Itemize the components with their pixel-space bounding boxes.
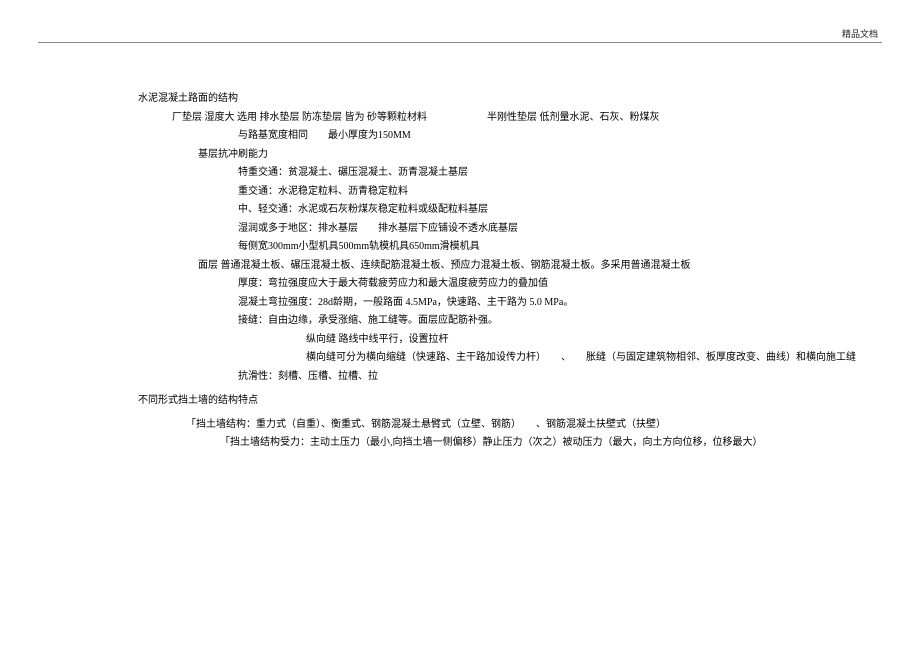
surface-strength: 混凝土弯拉强度：28d龄期，一般路面 4.5MPa，快速路、主干路为 5.0 M…: [138, 294, 860, 313]
base-layer-4: 湿润或多于地区：排水基层 排水基层下应铺设不透水底基层: [138, 220, 860, 239]
surface-long-joint: 纵向缝 路线中线平行，设置拉杆: [138, 331, 860, 350]
section2-title: 不同形式挡土墙的结构特点: [138, 392, 860, 411]
document-content: 水泥混凝土路面的结构 厂垫层 湿度大 选用 排水垫层 防冻垫层 皆为 砂等颗粒材…: [138, 90, 860, 453]
retaining-wall-force: 「挡土墙结构受力：主动土压力（最小,向挡土墙一侧偏移）静止压力（次之）被动压力（…: [138, 434, 860, 453]
header-label: 精品文档: [842, 27, 878, 40]
cushion-layer-sub: 与路基宽度相同 最小厚度为150MM: [138, 127, 860, 146]
cushion-layer-line: 厂垫层 湿度大 选用 排水垫层 防冻垫层 皆为 砂等颗粒材料 半刚性垫层 低剂量…: [138, 109, 860, 128]
base-layer-title: 基层抗冲刷能力: [138, 146, 860, 165]
surface-thickness: 厚度：弯拉强度应大于最大荷载疲劳应力和最大温度疲劳应力的叠加值: [138, 275, 860, 294]
retaining-wall-structure: 「挡土墙结构：重力式（自重）、衡重式、钢筋混凝土悬臂式（立壁、钢筋） 、钢筋混凝…: [138, 416, 860, 435]
surface-trans-joint: 横向缝可分为横向缩缝（快速路、主干路加设传力杆） 、 胀缝（与固定建筑物相邻、板…: [138, 349, 860, 368]
section1-title: 水泥混凝土路面的结构: [138, 90, 860, 109]
surface-layer-title: 面层 普通混凝土板、碾压混凝土板、连续配筋混凝土板、预应力混凝土板、钢筋混凝土板…: [138, 257, 860, 276]
base-layer-2: 重交通：水泥稳定粒料、沥青稳定粒料: [138, 183, 860, 202]
surface-skid: 抗滑性：刻槽、压槽、拉槽、拉: [138, 368, 860, 387]
base-layer-3: 中、轻交通：水泥或石灰粉煤灰稳定粒料或级配粒料基层: [138, 201, 860, 220]
base-layer-1: 特重交通：贫混凝土、碾压混凝土、沥青混凝土基层: [138, 164, 860, 183]
base-layer-5: 每侧宽300mm小型机具500mm轨模机具650mm滑模机具: [138, 238, 860, 257]
surface-joints: 接缝：自由边缘，承受涨缩、施工缝等。面层应配筋补强。: [138, 312, 860, 331]
header-divider: [38, 42, 882, 43]
